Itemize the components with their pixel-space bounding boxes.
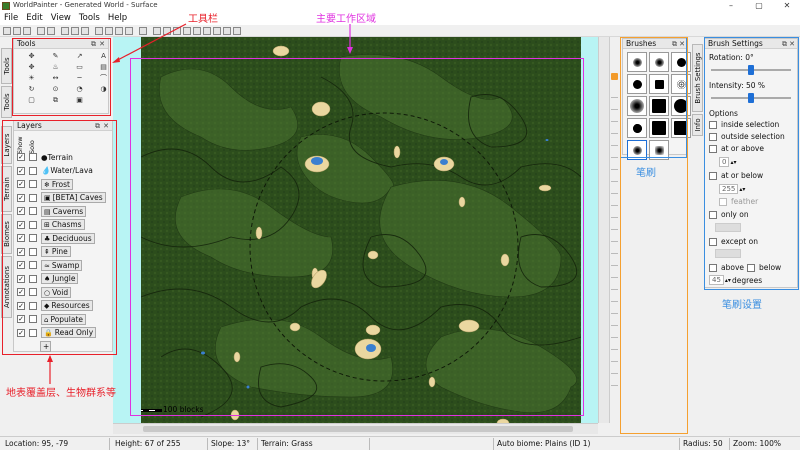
layers-annotation: 地表覆盖层、生物群系等 xyxy=(6,388,116,399)
brushes-annotation: 笔刷 xyxy=(636,168,656,179)
toolbar-annotation: 工具栏 xyxy=(188,14,218,25)
work-area-annotation: 主要工作区域 xyxy=(316,14,376,25)
annotation-arrows xyxy=(47,23,353,384)
brush-settings-annotation: 笔刷设置 xyxy=(722,300,762,311)
